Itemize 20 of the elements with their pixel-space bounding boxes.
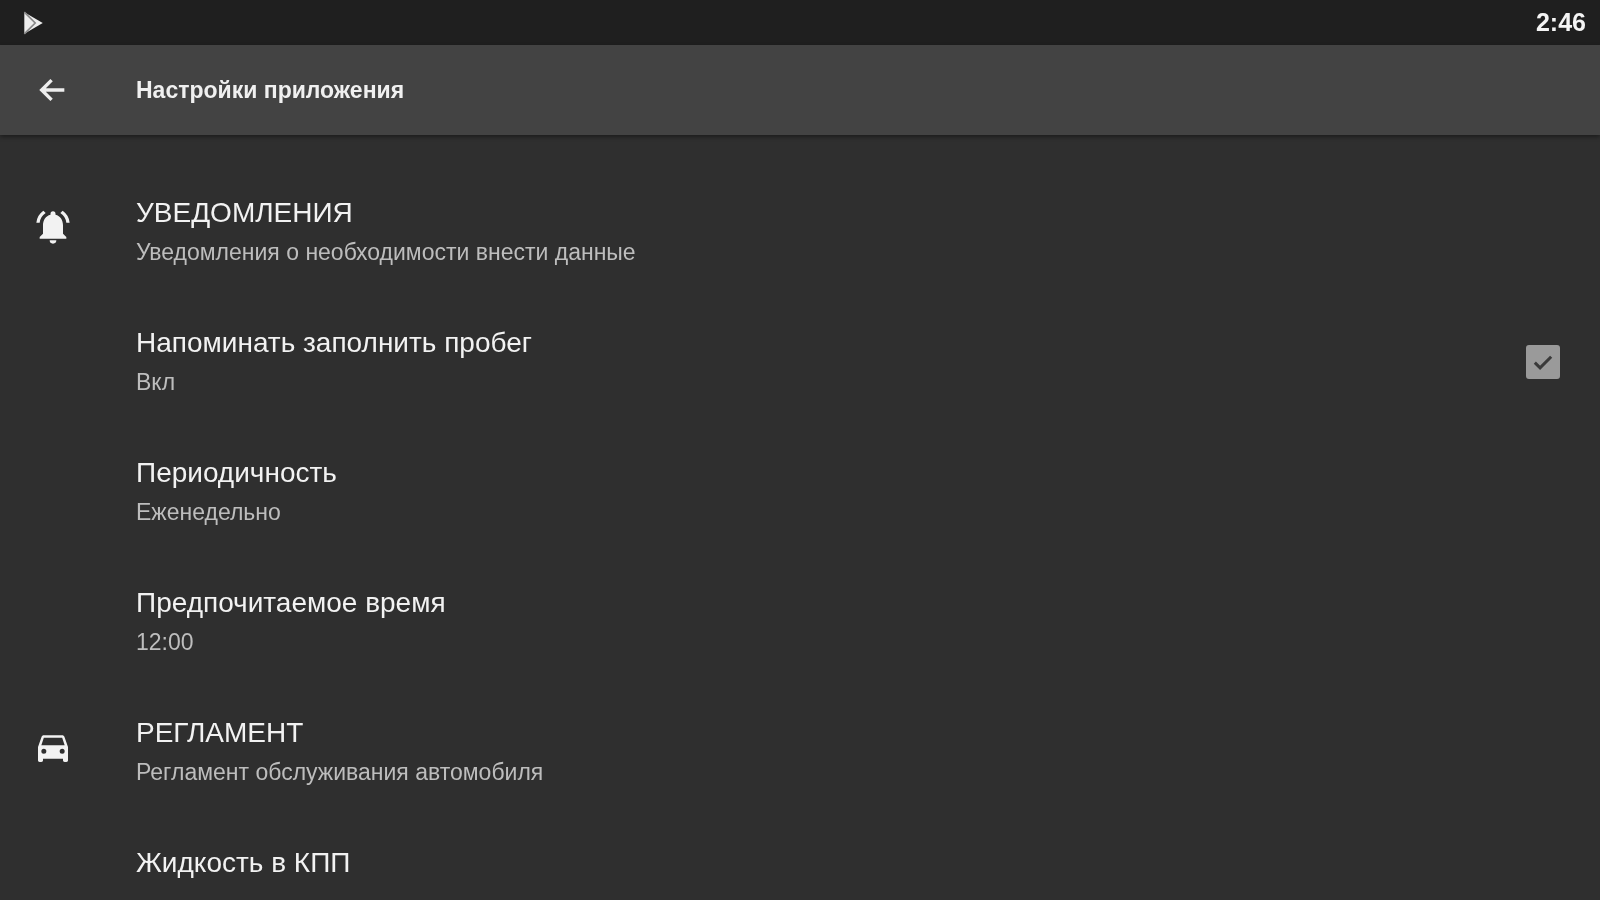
settings-item[interactable]: Предпочитаемое время 12:00 bbox=[0, 587, 1600, 717]
item-title: Жидкость в КПП bbox=[136, 847, 352, 879]
item-title: Предпочитаемое время bbox=[136, 587, 447, 619]
item-summary: Регламент обслуживания автомобиля bbox=[136, 759, 545, 786]
item-title: Напоминать заполнить пробег bbox=[136, 327, 533, 359]
item-summary: Уведомления о необходимости внести данные bbox=[136, 239, 637, 266]
item-summary: 12:00 bbox=[136, 629, 195, 656]
settings-item[interactable]: РЕГЛАМЕНТ Регламент обслуживания автомобиля bbox=[0, 717, 1600, 847]
settings-item[interactable]: Жидкость в КПП bbox=[0, 847, 1600, 900]
item-summary: Вкл bbox=[136, 369, 177, 396]
settings-item[interactable]: Периодичность Еженедельно bbox=[0, 457, 1600, 587]
item-title: Периодичность bbox=[136, 457, 338, 489]
clock: 2:46 bbox=[1535, 8, 1586, 37]
checkbox[interactable] bbox=[1526, 345, 1560, 379]
item-title: УВЕДОМЛЕНИЯ bbox=[136, 197, 354, 229]
settings-item[interactable]: Напоминать заполнить пробег Вкл bbox=[0, 327, 1600, 457]
item-summary: Еженедельно bbox=[136, 499, 282, 526]
screen-title: Настройки приложения bbox=[136, 76, 405, 104]
item-title: РЕГЛАМЕНТ bbox=[136, 717, 305, 749]
settings-item[interactable]: УВЕДОМЛЕНИЯ Уведомления о необходимости внести данные bbox=[0, 197, 1600, 327]
